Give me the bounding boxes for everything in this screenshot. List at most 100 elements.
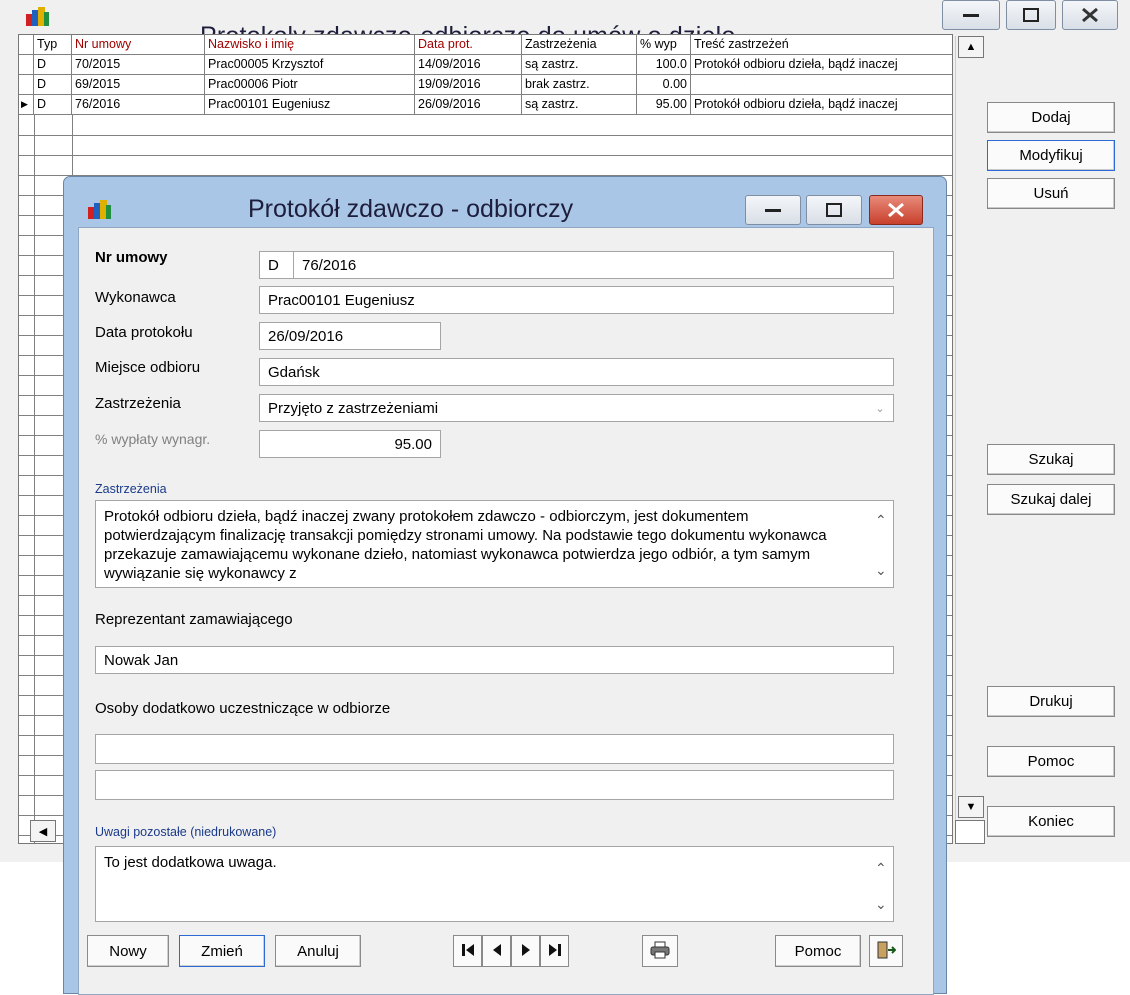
osoby-dodatkowe-field-1[interactable] bbox=[95, 734, 894, 764]
print-button[interactable] bbox=[642, 935, 678, 967]
last-record-icon bbox=[548, 943, 562, 960]
row-indicator bbox=[19, 75, 34, 95]
miejsce-odbioru-field[interactable]: Gdańsk bbox=[259, 358, 894, 386]
szukaj-button[interactable]: Szukaj bbox=[987, 444, 1115, 475]
dialog-close-button[interactable] bbox=[869, 195, 923, 225]
scroll-left-arrow-icon[interactable]: ◀ bbox=[30, 820, 56, 842]
scroll-corner bbox=[955, 820, 985, 844]
usun-button[interactable]: Usuń bbox=[987, 178, 1115, 209]
uwagi-section-title: Uwagi pozostałe (niedrukowane) bbox=[95, 825, 277, 839]
app-icon bbox=[24, 6, 50, 28]
col-header-nazwisko[interactable]: Nazwisko i imię bbox=[205, 35, 415, 55]
pomoc-button[interactable]: Pomoc bbox=[987, 746, 1115, 777]
procent-wyplaty-label: % wypłaty wynagr. bbox=[95, 431, 211, 447]
table-cell[interactable]: D bbox=[34, 95, 72, 115]
anuluj-button[interactable]: Anuluj bbox=[275, 935, 361, 967]
reprezentant-field[interactable]: Nowak Jan bbox=[95, 646, 894, 674]
protocol-dialog: Protokół zdawczo - odbiorczy Nr umowy Wy… bbox=[63, 176, 947, 995]
col-header-zastrzezenia[interactable]: Zastrzeżenia bbox=[522, 35, 637, 55]
zastrzezenia-label: Zastrzeżenia bbox=[95, 395, 181, 412]
minimize-icon bbox=[746, 196, 800, 224]
table-cell[interactable]: 19/09/2016 bbox=[415, 75, 522, 95]
table-cell[interactable]: 76/2016 bbox=[72, 95, 205, 115]
exit-door-icon bbox=[876, 941, 897, 962]
table-cell[interactable]: Protokół odbioru dzieła, bądź inaczej bbox=[691, 95, 952, 115]
table-cell[interactable]: 95.00 bbox=[637, 95, 691, 115]
dialog-body: Nr umowy Wykonawca Data protokołu Miejsc… bbox=[78, 227, 934, 995]
szukaj-dalej-button[interactable]: Szukaj dalej bbox=[987, 484, 1115, 515]
table-cell[interactable]: 100.0 bbox=[637, 55, 691, 75]
next-record-button[interactable] bbox=[511, 935, 540, 967]
table-cell[interactable]: są zastrz. bbox=[522, 55, 637, 75]
table-cell[interactable]: D bbox=[34, 55, 72, 75]
col-header-wyp[interactable]: % wyp bbox=[637, 35, 691, 55]
first-record-icon bbox=[461, 943, 475, 960]
table-cell[interactable]: Prac00101 Eugeniusz bbox=[205, 95, 415, 115]
zastrzezenia-select[interactable]: Przyjęto z zastrzeżeniami ⌄ bbox=[259, 394, 894, 422]
dodaj-button[interactable]: Dodaj bbox=[987, 102, 1115, 133]
scroll-down-arrow-icon[interactable]: ▼ bbox=[958, 796, 984, 818]
nr-umowy-field[interactable]: 76/2016 bbox=[293, 251, 894, 279]
zastrzezenia-select-value: Przyjęto z zastrzeżeniami bbox=[268, 400, 439, 417]
row-indicator bbox=[19, 55, 34, 75]
maximize-button[interactable] bbox=[1006, 0, 1056, 30]
first-record-button[interactable] bbox=[453, 935, 482, 967]
col-header-tresc[interactable]: Treść zastrzeżeń bbox=[691, 35, 952, 55]
zmien-button[interactable]: Zmień bbox=[179, 935, 265, 967]
close-icon bbox=[1063, 1, 1117, 29]
next-record-icon bbox=[520, 943, 532, 960]
wykonawca-field[interactable]: Prac00101 Eugeniusz bbox=[259, 286, 894, 314]
table-cell[interactable]: brak zastrz. bbox=[522, 75, 637, 95]
minimize-icon bbox=[943, 1, 999, 29]
table-cell[interactable]: D bbox=[34, 75, 72, 95]
table-cell[interactable] bbox=[691, 75, 952, 95]
uwagi-text-area[interactable]: To jest dodatkowa uwaga. ⌃ ⌄ bbox=[95, 846, 894, 922]
data-protokolu-label: Data protokołu bbox=[95, 324, 193, 341]
data-protokolu-field[interactable]: 26/09/2016 bbox=[259, 322, 441, 350]
minimize-button[interactable] bbox=[942, 0, 1000, 30]
col-header-data[interactable]: Data prot. bbox=[415, 35, 522, 55]
table-cell[interactable]: 26/09/2016 bbox=[415, 95, 522, 115]
close-button[interactable] bbox=[1062, 0, 1118, 30]
dialog-pomoc-button[interactable]: Pomoc bbox=[775, 935, 861, 967]
table-vertical-scrollbar[interactable]: ▲ ▼ bbox=[955, 36, 986, 842]
nowy-button[interactable]: Nowy bbox=[87, 935, 169, 967]
osoby-dodatkowe-field-2[interactable] bbox=[95, 770, 894, 800]
scroll-up-arrow-icon[interactable]: ▲ bbox=[958, 36, 984, 58]
exit-button[interactable] bbox=[869, 935, 903, 967]
koniec-button[interactable]: Koniec bbox=[987, 806, 1115, 837]
chevron-down-icon[interactable]: ⌄ bbox=[867, 395, 893, 421]
procent-wyplaty-field[interactable]: 95.00 bbox=[259, 430, 441, 458]
table-cell[interactable]: Prac00005 Krzysztof bbox=[205, 55, 415, 75]
dialog-minimize-button[interactable] bbox=[745, 195, 801, 225]
drukuj-button[interactable]: Drukuj bbox=[987, 686, 1115, 717]
typ-field[interactable]: D bbox=[259, 251, 294, 279]
maximize-icon bbox=[1007, 1, 1055, 29]
scroll-down-icon[interactable]: ⌄ bbox=[875, 895, 887, 914]
uwagi-text: To jest dodatkowa uwaga. bbox=[104, 854, 277, 871]
table-cell[interactable]: Protokół odbioru dzieła, bądź inaczej bbox=[691, 55, 952, 75]
uwagi-scrollbar[interactable]: ⌃ ⌄ bbox=[871, 847, 893, 921]
table-cell[interactable]: są zastrz. bbox=[522, 95, 637, 115]
table-cell[interactable]: 70/2015 bbox=[72, 55, 205, 75]
reprezentant-label: Reprezentant zamawiającego bbox=[95, 611, 293, 628]
printer-icon bbox=[650, 941, 670, 962]
table-cell[interactable]: Prac00006 Piotr bbox=[205, 75, 415, 95]
nr-umowy-label: Nr umowy bbox=[95, 249, 168, 266]
col-header-nr-umowy[interactable]: Nr umowy bbox=[72, 35, 205, 55]
scroll-up-icon[interactable]: ⌃ bbox=[875, 859, 887, 878]
previous-record-button[interactable] bbox=[482, 935, 511, 967]
modyfikuj-button[interactable]: Modyfikuj bbox=[987, 140, 1115, 171]
zastrzezenia-text-area[interactable]: Protokół odbioru dzieła, bądź inaczej zw… bbox=[95, 500, 894, 588]
dialog-maximize-button[interactable] bbox=[806, 195, 862, 225]
table-cell[interactable]: 69/2015 bbox=[72, 75, 205, 95]
last-record-button[interactable] bbox=[540, 935, 569, 967]
scroll-down-icon[interactable]: ⌄ bbox=[875, 561, 887, 580]
scroll-up-icon[interactable]: ⌃ bbox=[875, 511, 887, 530]
col-header-typ[interactable]: Typ bbox=[34, 35, 72, 55]
table-cell[interactable]: 14/09/2016 bbox=[415, 55, 522, 75]
table-cell[interactable]: 0.00 bbox=[637, 75, 691, 95]
memo-scrollbar[interactable]: ⌃ ⌄ bbox=[871, 501, 893, 587]
maximize-icon bbox=[807, 196, 861, 224]
wykonawca-label: Wykonawca bbox=[95, 289, 176, 306]
